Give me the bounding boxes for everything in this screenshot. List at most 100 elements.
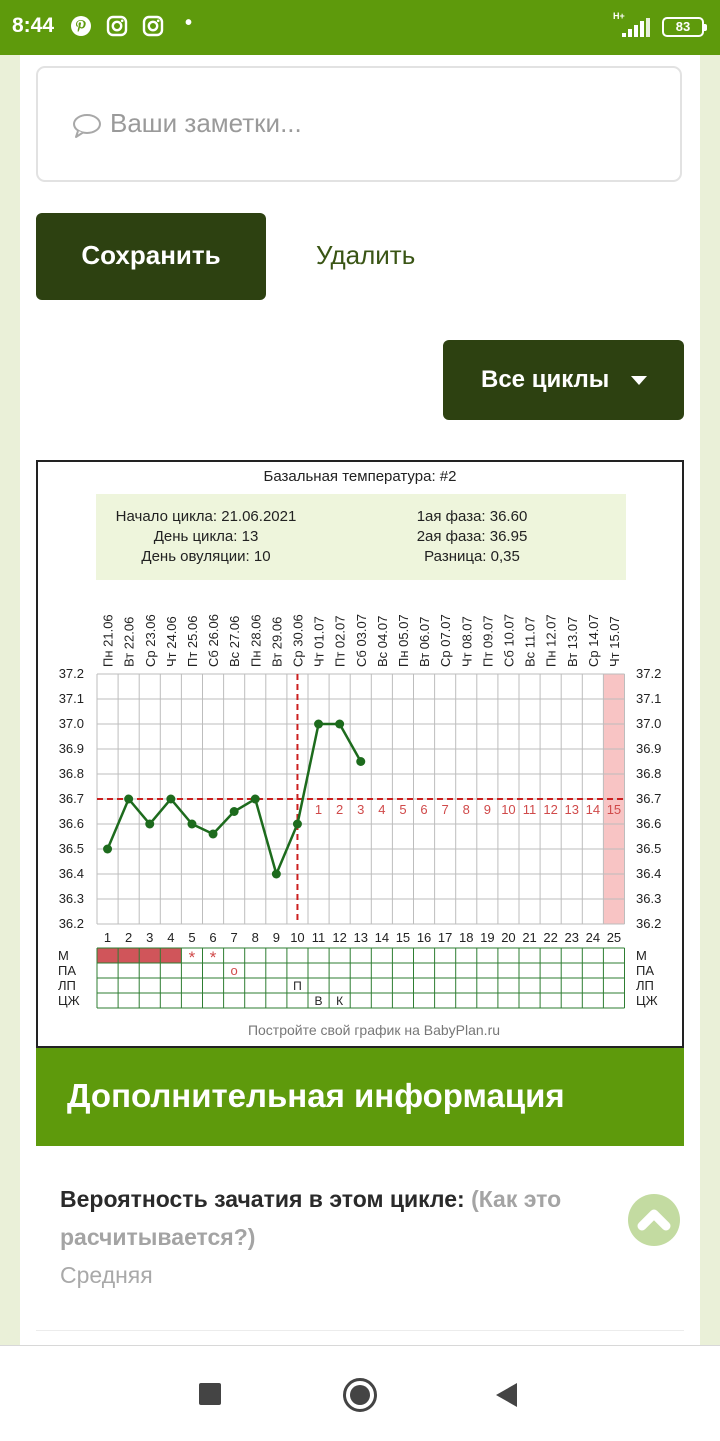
cm-mark: К [336,994,343,1008]
cm-mark: В [315,994,323,1008]
luteal-day-label: 5 [399,802,406,817]
y-tick-label: 36.8 [59,766,84,781]
day-number-label: 22 [543,930,557,945]
delete-button[interactable]: Удалить [316,213,415,300]
day-number-label: 24 [586,930,600,945]
date-label: Пн 12.07 [544,614,559,667]
luteal-day-label: 13 [565,802,579,817]
caret-down-icon [631,376,647,385]
all-cycles-dropdown[interactable]: Все циклы [443,340,684,420]
luteal-day-label: 2 [336,802,343,817]
temperature-point [314,719,324,729]
pinterest-icon [71,16,91,36]
day-number-label: 21 [522,930,536,945]
day-number-label: 2 [125,930,132,945]
notes-placeholder: Ваши заметки... [110,108,302,138]
signal-icon [622,18,650,37]
temperature-point [271,869,281,879]
day-number-label: 17 [438,930,452,945]
date-label: Вт 13.07 [565,617,580,667]
menstruation-cell [160,948,182,963]
chart-footer: Постройте свой график на BabyPlan.ru [248,1022,500,1038]
day-number-label: 3 [146,930,153,945]
battery-icon: 83 [662,17,707,37]
luteal-day-label: 4 [378,802,385,817]
y-tick-label: 36.4 [636,866,661,881]
date-label: Сб 10.07 [501,614,516,667]
date-label: Ср 23.06 [143,614,158,667]
save-button[interactable]: Сохранить [36,213,266,300]
day-number-label: 25 [607,930,621,945]
y-tick-label: 36.3 [59,891,84,906]
day-number-label: 14 [375,930,389,945]
luteal-day-label: 14 [586,802,600,817]
temperature-point [250,794,260,804]
cycle-start: Начало цикла: 21.06.2021 [116,508,297,525]
back-triangle-icon[interactable] [495,1382,519,1408]
date-label: Вс 27.06 [227,616,242,667]
day-number-label: 5 [188,930,195,945]
y-tick-label: 36.7 [59,791,84,806]
spotting-mark: * [210,948,217,967]
phase-difference: Разница: 0,35 [424,548,520,565]
day-number-label: 19 [480,930,494,945]
row-label: ЦЖ [58,993,80,1008]
y-tick-label: 36.7 [636,791,661,806]
y-tick-label: 36.6 [636,816,661,831]
day-number-label: 20 [501,930,515,945]
y-tick-label: 37.2 [59,666,84,681]
day-number-label: 10 [290,930,304,945]
temperature-point [187,819,197,829]
date-label: Вс 04.07 [375,616,390,667]
day-number-label: 15 [396,930,410,945]
y-tick-label: 37.1 [636,691,661,706]
date-label: Пт 25.06 [185,616,200,667]
scroll-up-button[interactable] [628,1194,680,1246]
luteal-day-label: 10 [501,802,515,817]
date-label: Пн 05.07 [396,614,411,667]
status-time: 8:44 [12,14,55,37]
date-label: Чт 15.07 [607,616,622,667]
y-tick-label: 37.2 [636,666,661,681]
day-number-label: 11 [312,930,326,945]
row-label: ЛП [636,978,654,993]
bbt-chart-svg: Базальная температура: #2 Начало цикла: … [58,468,661,1038]
y-tick-label: 36.3 [636,891,661,906]
row-label: М [636,948,647,963]
spotting-mark: * [189,948,196,967]
date-label: Пн 28.06 [248,614,263,667]
y-tick-label: 37.0 [636,716,661,731]
day-number-label: 8 [252,930,259,945]
phase1: 1ая фаза: 36.60 [417,508,528,525]
y-tick-label: 36.2 [59,916,84,931]
day-number-label: 16 [417,930,431,945]
y-tick-label: 36.9 [636,741,661,756]
probability-value: Средняя [60,1262,153,1288]
date-label: Вт 29.06 [269,617,284,667]
luteal-day-label: 9 [484,802,491,817]
square-icon[interactable] [199,1383,221,1405]
y-tick-label: 36.2 [636,916,661,931]
probability-label: Вероятность зачатия в этом цикле: [60,1186,465,1212]
speech-bubble-icon [73,114,101,138]
ovulation-day: День овуляции: 10 [141,548,270,565]
date-label: Сб 26.06 [206,614,221,667]
notes-field[interactable]: Ваши заметки... [36,66,682,182]
day-number-label: 13 [354,930,368,945]
nav-bar [0,1345,720,1441]
date-label: Вт 06.07 [417,617,432,667]
luteal-day-label: 3 [357,802,364,817]
menstruation-cell [118,948,140,963]
date-label: Ср 14.07 [586,614,601,667]
date-label: Чт 08.07 [459,616,474,667]
chevron-up-icon [637,1209,671,1231]
luteal-day-label: 11 [523,802,537,817]
home-circle-icon[interactable] [343,1378,377,1412]
additional-info-title: Дополнительная информация [67,1077,565,1114]
date-label: Сб 03.07 [354,614,369,667]
temperature-point [124,794,134,804]
y-tick-label: 36.8 [636,766,661,781]
temperature-point [229,807,239,816]
date-label: Чт 01.07 [312,616,327,667]
dot-icon: • [185,12,193,34]
